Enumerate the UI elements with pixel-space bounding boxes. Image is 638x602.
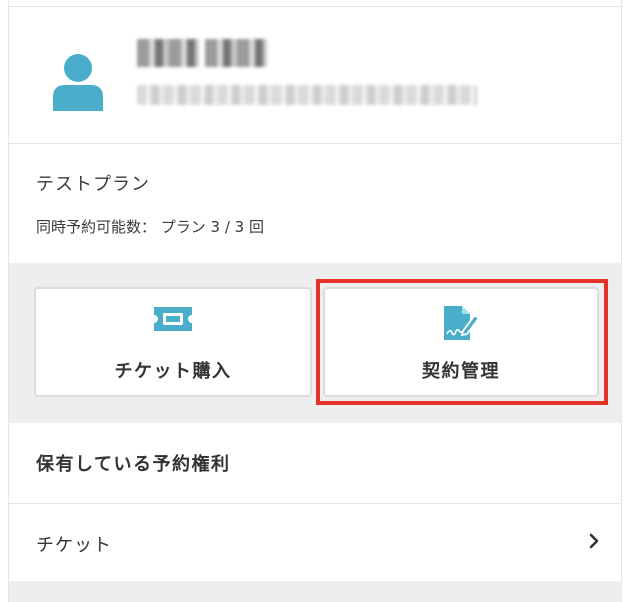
ticket-list-label: チケット (36, 535, 112, 556)
profile-divider (9, 143, 621, 144)
user-icon (53, 54, 103, 111)
ticket-purchase-button[interactable]: チケット購入 (34, 287, 312, 397)
user-email-redacted (137, 85, 477, 105)
contract-management-button[interactable]: 契約管理 (323, 287, 599, 397)
member-panel: テストプラン 同時予約可能数： プラン 3 / 3 回 チケット購入 契約管理 … (8, 0, 622, 602)
profile-section (9, 7, 621, 143)
contract-management-label: 契約管理 (422, 361, 500, 382)
plan-reservation-limit: 同時予約可能数： プラン 3 / 3 回 (36, 218, 264, 236)
reservation-rights-heading: 保有している予約権利 (36, 454, 231, 475)
user-name-redacted (137, 37, 277, 69)
contract-icon (444, 306, 481, 340)
ticket-icon (154, 307, 192, 331)
plan-name: テストプラン (36, 174, 150, 195)
action-area: チケット購入 契約管理 (9, 263, 621, 423)
ticket-purchase-label: チケット購入 (114, 361, 232, 382)
bottom-band (9, 581, 621, 602)
chevron-right-icon (589, 533, 599, 549)
ticket-list-item[interactable]: チケット (9, 503, 621, 581)
